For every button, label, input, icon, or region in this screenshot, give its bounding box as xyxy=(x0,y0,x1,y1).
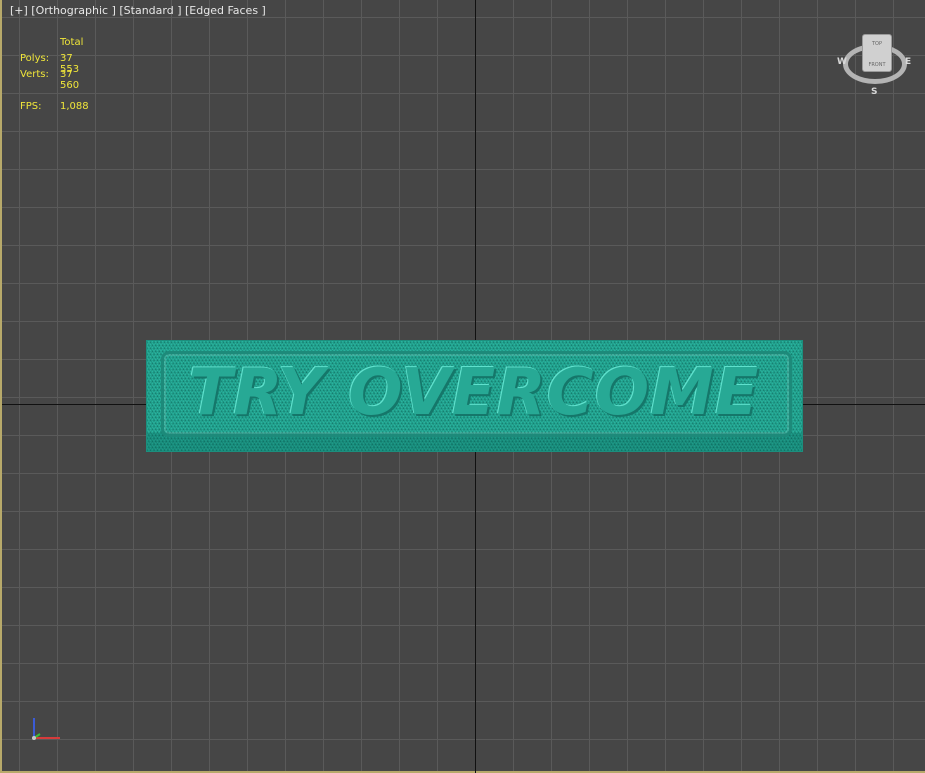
compass-east-label[interactable]: E xyxy=(905,57,911,67)
viewcube-top-face[interactable]: TOP xyxy=(863,41,891,47)
viewport-label-menu[interactable]: [+] [Orthographic ] [Standard ] [Edged F… xyxy=(10,4,266,17)
axis-tripod-icon xyxy=(26,714,66,744)
compass-west-label[interactable]: W xyxy=(837,57,847,67)
fps-value: 1,088 xyxy=(60,101,89,112)
viewcube-cube[interactable]: TOP FRONT xyxy=(862,34,892,72)
embossed-model-text: TRY OVERCOME xyxy=(188,356,760,430)
verts-label: Verts: xyxy=(20,69,49,80)
stats-header: Total xyxy=(60,37,84,48)
viewcube-front-face[interactable]: FRONT xyxy=(863,62,891,68)
compass-south-label[interactable]: S xyxy=(871,87,877,97)
orthographic-viewport[interactable]: [+] [Orthographic ] [Standard ] [Edged F… xyxy=(0,0,925,773)
3d-model-plate[interactable]: TRY OVERCOME xyxy=(146,340,803,452)
polys-label: Polys: xyxy=(20,53,50,64)
viewcube[interactable]: TOP FRONT W E S xyxy=(837,32,913,102)
verts-value: 37 560 xyxy=(60,69,80,91)
fps-label: FPS: xyxy=(20,101,42,112)
